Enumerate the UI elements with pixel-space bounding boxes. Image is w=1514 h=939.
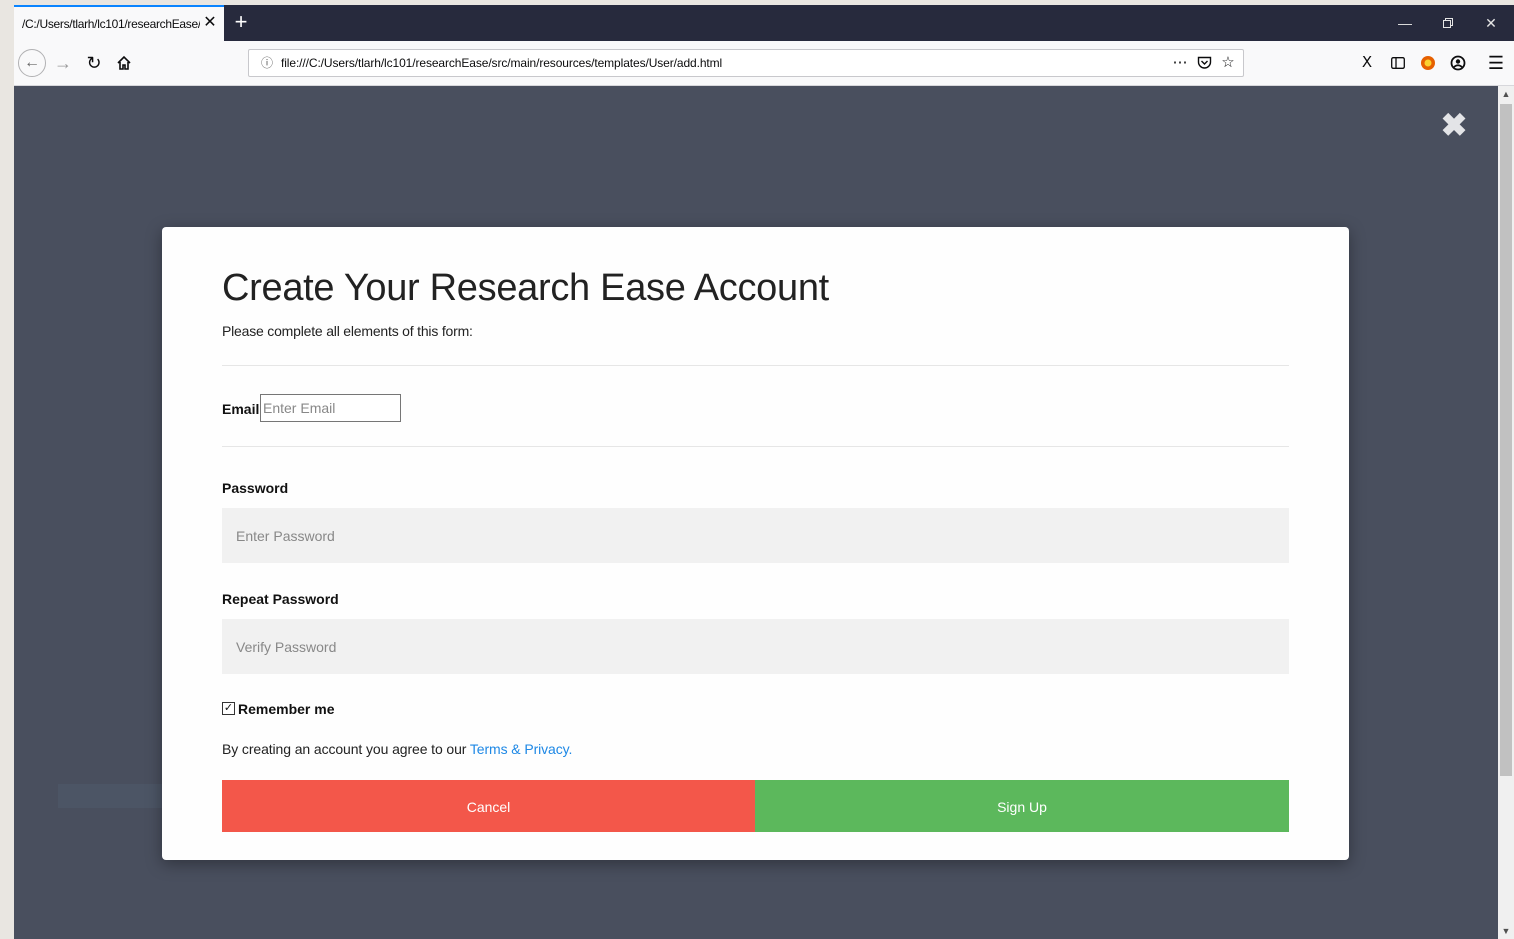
- divider: [222, 446, 1289, 447]
- restore-icon[interactable]: [1434, 11, 1462, 35]
- scroll-thumb[interactable]: [1500, 104, 1512, 776]
- star-icon[interactable]: ☆: [1217, 52, 1239, 74]
- url-text[interactable]: file:///C:/Users/tlarh/lc101/researchEas…: [281, 56, 722, 70]
- terms-prefix: By creating an account you agree to our: [222, 741, 470, 757]
- scroll-up-arrow-icon[interactable]: ▲: [1498, 86, 1514, 102]
- email-field[interactable]: [260, 394, 401, 422]
- reload-icon: ↻: [86, 53, 102, 73]
- url-bar[interactable]: ⓘ file:///C:/Users/tlarh/lc101/researchE…: [248, 49, 1244, 77]
- minimize-icon[interactable]: —: [1391, 11, 1419, 35]
- divider: [222, 365, 1289, 366]
- browser-window: /C:/Users/tlarh/lc101/researchEase/ ✕ + …: [14, 5, 1514, 939]
- page-content: ✖ Create Your Research Ease Account Plea…: [14, 86, 1498, 939]
- tab-close-icon[interactable]: ✕: [201, 14, 219, 32]
- active-tab[interactable]: /C:/Users/tlarh/lc101/researchEase/ ✕: [14, 5, 224, 41]
- info-icon[interactable]: ⓘ: [259, 55, 275, 71]
- cancel-button[interactable]: Cancel: [222, 780, 755, 832]
- reload-button[interactable]: ↻: [82, 49, 106, 77]
- close-icon[interactable]: ✖: [1440, 108, 1468, 142]
- terms-text: By creating an account you agree to our …: [222, 741, 572, 757]
- home-icon: [117, 55, 131, 70]
- ellipsis-icon[interactable]: ⋯: [1169, 52, 1191, 74]
- arrow-left-icon: ←: [24, 54, 40, 71]
- new-tab-button[interactable]: +: [230, 9, 252, 35]
- password-field[interactable]: [222, 508, 1289, 563]
- navigation-bar: ← → ↻ ⓘ file:///C:/Users/tlarh/lc101/res…: [14, 41, 1514, 86]
- home-button[interactable]: [112, 49, 136, 77]
- signup-modal: Create Your Research Ease Account Please…: [162, 227, 1349, 860]
- terms-privacy-link[interactable]: Terms & Privacy: [470, 741, 569, 757]
- window-close-icon[interactable]: ✕: [1477, 11, 1505, 35]
- pocket-icon[interactable]: [1193, 52, 1215, 74]
- desktop-edge: [0, 0, 14, 939]
- hamburger-menu-icon[interactable]: ☰: [1484, 51, 1508, 75]
- scrollbar[interactable]: ▲ ▼: [1498, 86, 1514, 939]
- repeat-password-field[interactable]: [222, 619, 1289, 674]
- tab-title: /C:/Users/tlarh/lc101/researchEase/: [22, 17, 200, 31]
- form-instructions: Please complete all elements of this for…: [222, 323, 473, 339]
- extension-icon[interactable]: [1416, 51, 1440, 75]
- remember-label: Remember me: [238, 701, 335, 717]
- account-icon[interactable]: [1446, 51, 1470, 75]
- back-button[interactable]: ←: [18, 49, 46, 77]
- forward-button[interactable]: →: [52, 49, 74, 77]
- arrow-right-icon: →: [54, 53, 72, 73]
- scroll-down-arrow-icon[interactable]: ▼: [1498, 923, 1514, 939]
- password-label: Password: [222, 480, 289, 496]
- page-title: Create Your Research Ease Account: [222, 267, 829, 309]
- tab-bar: /C:/Users/tlarh/lc101/researchEase/ ✕ + …: [14, 5, 1514, 41]
- remember-checkbox[interactable]: ✓: [222, 702, 235, 715]
- sidebar-icon[interactable]: [1386, 51, 1410, 75]
- repeat-password-label: Repeat Password: [222, 591, 339, 607]
- library-icon[interactable]: Ⅹ: [1355, 51, 1379, 75]
- terms-suffix: .: [568, 741, 573, 757]
- email-label: Email: [222, 401, 260, 417]
- sign-up-button[interactable]: Sign Up: [755, 780, 1289, 832]
